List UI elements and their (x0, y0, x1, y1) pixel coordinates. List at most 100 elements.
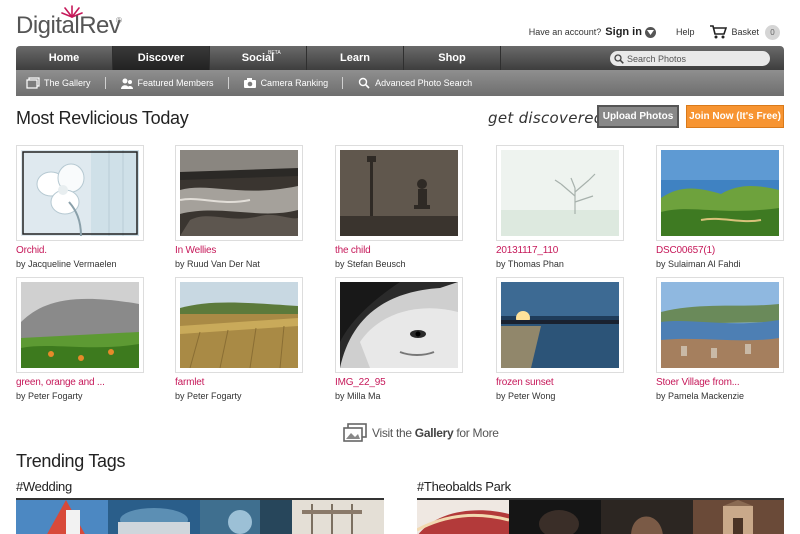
subnav-the-gallery[interactable]: The Gallery (16, 77, 105, 89)
photo-card[interactable]: In Wellies by Ruud Van Der Nat (175, 145, 303, 269)
search-icon (614, 53, 624, 64)
digitalrev-logo[interactable]: DigitalRev ® (16, 4, 126, 39)
subnav-label: Advanced Photo Search (375, 78, 473, 88)
logo-registered-mark: ® (116, 16, 122, 25)
photo-thumbnail[interactable] (656, 145, 784, 241)
search-input[interactable]: Search Photos (610, 51, 770, 66)
photo-thumbnail[interactable] (16, 277, 144, 373)
green-hills-photo (661, 150, 779, 236)
help-link[interactable]: Help (676, 27, 695, 37)
photo-thumbnail[interactable] (656, 277, 784, 373)
nav-shop[interactable]: Shop (404, 46, 501, 70)
members-icon (120, 78, 133, 89)
chevron-down-icon[interactable] (644, 26, 656, 38)
visit-pre: Visit the (372, 426, 412, 440)
photo-title[interactable]: farmlet (175, 377, 303, 388)
photo-title[interactable]: the child (335, 245, 463, 256)
tag-strip-wedding[interactable] (16, 498, 384, 534)
sub-nav: The Gallery Featured Members Camera Rank… (16, 70, 784, 96)
photo-thumbnail[interactable] (335, 277, 463, 373)
nav-home[interactable]: Home (16, 46, 113, 70)
photo-card[interactable]: green, orange and ... by Peter Fogarty (16, 277, 144, 401)
photo-author[interactable]: by Milla Ma (335, 391, 463, 401)
camera-icon (243, 78, 256, 88)
gallery-icon (343, 423, 367, 442)
photo-card[interactable]: farmlet by Peter Fogarty (175, 277, 303, 401)
farmlet-photo (180, 282, 298, 368)
tag-photo[interactable] (292, 500, 384, 534)
upload-photos-button[interactable]: Upload Photos (597, 105, 679, 128)
photo-title[interactable]: DSC00657(1) (656, 245, 784, 256)
photo-card[interactable]: DSC00657(1) by Sulaiman Al Fahdi (656, 145, 784, 269)
photo-thumbnail[interactable] (16, 145, 144, 241)
photo-card[interactable]: frozen sunset by Peter Wong (496, 277, 624, 401)
photo-card[interactable]: the child by Stefan Beusch (335, 145, 463, 269)
subnav-divider (104, 77, 106, 89)
photo-author[interactable]: by Peter Wong (496, 391, 624, 401)
subnav-label: The Gallery (44, 78, 91, 88)
basket-link[interactable]: Basket (731, 27, 759, 37)
photo-title[interactable]: Stoer Village from... (656, 377, 784, 388)
photo-card[interactable]: IMG_22_95 by Milla Ma (335, 277, 463, 401)
account-question: Have an account? (528, 27, 602, 37)
visit-gallery-link[interactable]: Visit the Gallery for More (342, 422, 499, 444)
join-now-button[interactable]: Join Now (It's Free) (686, 105, 784, 128)
nav-learn[interactable]: Learn (307, 46, 404, 70)
photo-author[interactable]: by Ruud Van Der Nat (175, 259, 303, 269)
photo-author[interactable]: by Peter Fogarty (16, 391, 144, 401)
photo-author[interactable]: by Pamela Mackenzie (656, 391, 784, 401)
photo-author[interactable]: by Stefan Beusch (335, 259, 463, 269)
section-title: Most Revlicious Today (16, 108, 189, 128)
sign-in-link[interactable]: Sign in (605, 26, 642, 38)
photo-title[interactable]: frozen sunset (496, 377, 624, 388)
tag-photo[interactable] (417, 500, 509, 534)
tag-strip-theobalds-park[interactable] (417, 498, 784, 534)
tag-photo[interactable] (601, 500, 693, 534)
orchid-photo (21, 150, 139, 236)
photo-author[interactable]: by Jacqueline Vermaelen (16, 259, 144, 269)
tag-photo[interactable] (693, 500, 784, 534)
main-nav: Home Discover Social BETA Learn Shop Sea… (16, 46, 784, 70)
photo-title[interactable]: In Wellies (175, 245, 303, 256)
subnav-divider (342, 77, 344, 89)
photo-thumbnail[interactable] (496, 145, 624, 241)
photo-author[interactable]: by Thomas Phan (496, 259, 624, 269)
photo-author[interactable]: by Peter Fogarty (175, 391, 303, 401)
in-wellies-photo (180, 150, 298, 236)
photo-card[interactable]: 20131117_110 by Thomas Phan (496, 145, 624, 269)
tag-photo[interactable] (200, 500, 292, 534)
the-child-photo (340, 150, 458, 236)
cart-icon[interactable] (710, 25, 728, 39)
photo-title[interactable]: IMG_22_95 (335, 377, 463, 388)
photo-thumbnail[interactable] (175, 145, 303, 241)
subnav-advanced-photo-search[interactable]: Advanced Photo Search (357, 77, 486, 89)
subnav-label: Camera Ranking (260, 78, 329, 88)
photo-author[interactable]: by Sulaiman Al Fahdi (656, 259, 784, 269)
photo-card[interactable]: Orchid. by Jacqueline Vermaelen (16, 145, 144, 269)
nav-discover[interactable]: Discover (113, 46, 210, 70)
stoer-village-photo (661, 282, 779, 368)
photo-thumbnail[interactable] (335, 145, 463, 241)
tag-photo[interactable] (16, 500, 108, 534)
tag-photo[interactable] (108, 500, 200, 534)
tag-heading-wedding[interactable]: #Wedding (16, 479, 72, 494)
frozen-sunset-photo (501, 282, 619, 368)
tagline: get discovered! (488, 109, 610, 127)
subnav-label: Featured Members (137, 78, 214, 88)
subnav-camera-ranking[interactable]: Camera Ranking (243, 77, 343, 89)
visit-bold: Gallery (414, 426, 454, 440)
green-orange-photo (21, 282, 139, 368)
photo-card[interactable]: Stoer Village from... by Pamela Mackenzi… (656, 277, 784, 401)
photo-title[interactable]: Orchid. (16, 245, 144, 256)
subnav-featured-members[interactable]: Featured Members (120, 77, 228, 89)
photo-title[interactable]: green, orange and ... (16, 377, 144, 388)
tag-heading-theobalds-park[interactable]: #Theobalds Park (417, 479, 511, 494)
photo-thumbnail[interactable] (175, 277, 303, 373)
photo-thumbnail[interactable] (496, 277, 624, 373)
visit-post: for More (456, 426, 499, 440)
photo-title[interactable]: 20131117_110 (496, 245, 624, 256)
logo-text: DigitalRev (16, 12, 121, 39)
nav-social[interactable]: Social BETA (210, 46, 307, 70)
tag-photo[interactable] (509, 500, 601, 534)
gallery-icon (26, 77, 40, 89)
